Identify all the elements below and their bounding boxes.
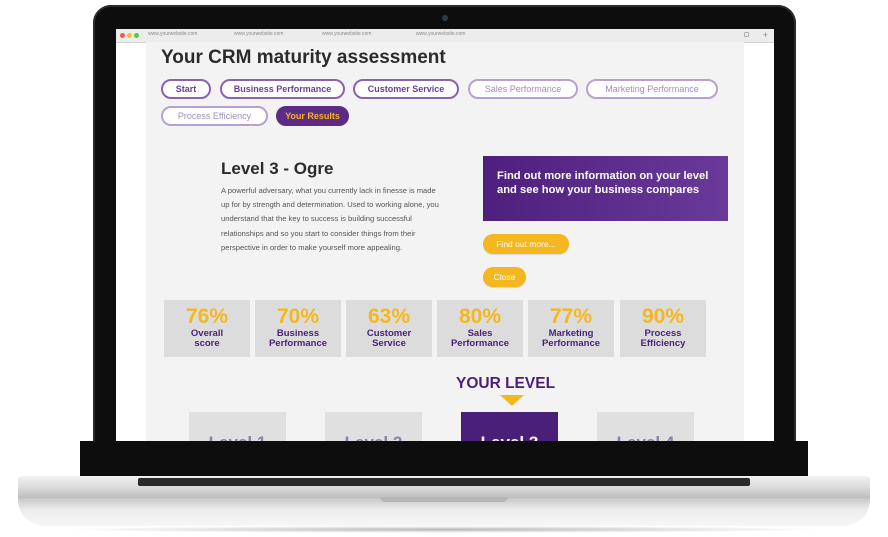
score-value: 63% <box>367 305 411 328</box>
score-label: Performance <box>450 338 510 349</box>
browser-toolbar: www.yourwebsite.com www.yourwebsite.com … <box>116 29 774 43</box>
laptop-bottom <box>18 498 870 526</box>
score-value: 70% <box>276 305 320 328</box>
screen-bottom-bezel <box>80 441 808 477</box>
score-label: Performance <box>268 338 328 349</box>
level-card-4[interactable]: Level 4 <box>597 412 694 441</box>
level-card-label: Level 4 <box>597 433 694 441</box>
score-tile-sales-performance: 80% Sales Performance <box>437 300 523 357</box>
tab-sales-performance[interactable]: Sales Performance <box>468 79 578 99</box>
minimize-window-icon[interactable] <box>127 33 132 38</box>
close-window-icon[interactable] <box>120 33 125 38</box>
tab-customer-service[interactable]: Customer Service <box>353 79 459 99</box>
browser-tab-3[interactable]: www.yourwebsite.com <box>322 31 371 38</box>
score-label: score <box>194 338 220 349</box>
tab-your-results[interactable]: Your Results <box>276 106 349 126</box>
level-card-1[interactable]: Level 1 <box>189 412 286 441</box>
info-banner: Find out more information on your level … <box>483 156 728 221</box>
score-tile-customer-service: 63% Customer Service <box>346 300 432 357</box>
webcam-icon <box>442 15 448 21</box>
browser-tab-2[interactable]: www.yourwebsite.com <box>234 31 283 38</box>
level-card-label: Level 3 <box>461 433 558 441</box>
level-description: A powerful adversary, what you currently… <box>221 186 439 252</box>
tab-business-performance[interactable]: Business Performance <box>220 79 345 99</box>
tab-process-efficiency[interactable]: Process Efficiency <box>161 106 268 126</box>
address-bar[interactable]: www.yourwebsite.com <box>416 31 465 38</box>
score-tile-overall: 76% Overall score <box>164 300 250 357</box>
tab-marketing-performance[interactable]: Marketing Performance <box>586 79 718 99</box>
laptop-shadow <box>60 526 828 533</box>
find-out-more-button[interactable]: Find out more... <box>483 234 569 254</box>
score-tile-marketing-performance: 77% Marketing Performance <box>528 300 614 357</box>
score-tile-business-performance: 70% Business Performance <box>255 300 341 357</box>
level-card-label: Level 1 <box>189 433 286 441</box>
level-card-3-current[interactable]: Level 3 <box>461 412 558 441</box>
score-value: 76% <box>185 305 229 328</box>
triangle-down-icon <box>500 395 524 406</box>
level-title: Level 3 - Ogre <box>221 159 334 178</box>
keyboard-edge <box>138 478 750 486</box>
screen: www.yourwebsite.com www.yourwebsite.com … <box>116 29 774 441</box>
tab-start[interactable]: Start <box>161 79 211 99</box>
your-level-heading: YOUR LEVEL <box>456 375 556 392</box>
score-value: 90% <box>641 305 685 328</box>
maximize-window-icon[interactable] <box>134 33 139 38</box>
close-button[interactable]: Close <box>483 267 526 287</box>
score-tile-process-efficiency: 90% Process Efficiency <box>620 300 706 357</box>
page-title: Your CRM maturity assessment <box>161 47 446 68</box>
level-card-2[interactable]: Level 2 <box>325 412 422 441</box>
assessment-page: Your CRM maturity assessment Start Busin… <box>146 42 744 441</box>
sidebar-toggle-icon[interactable] <box>744 32 749 37</box>
score-value: 80% <box>458 305 502 328</box>
score-label: Efficiency <box>640 338 686 349</box>
level-card-label: Level 2 <box>325 433 422 441</box>
score-value: 77% <box>549 305 593 328</box>
lid-notch <box>380 497 508 502</box>
new-tab-icon[interactable]: + <box>763 29 768 41</box>
score-label: Performance <box>541 338 601 349</box>
score-label: Service <box>372 338 406 349</box>
browser-tab-1[interactable]: www.yourwebsite.com <box>148 31 197 38</box>
laptop-mockup: www.yourwebsite.com www.yourwebsite.com … <box>0 0 888 537</box>
